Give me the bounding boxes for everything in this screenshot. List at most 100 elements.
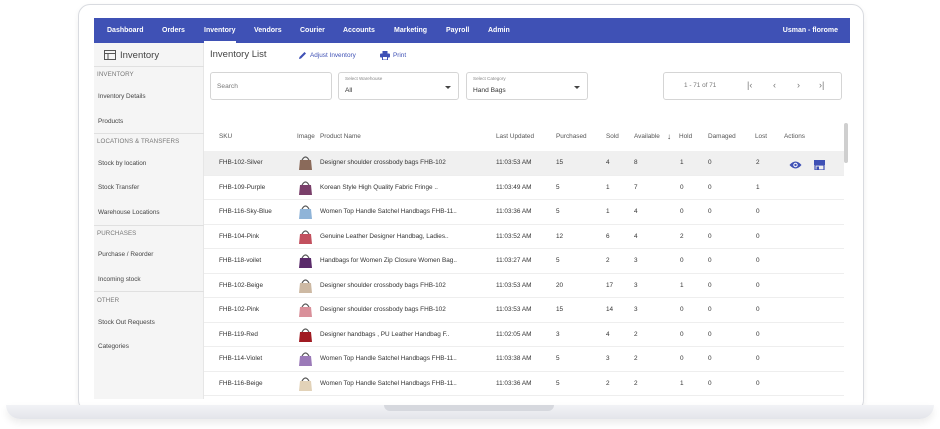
nav-orders[interactable]: Orders [162, 18, 185, 43]
nav-payroll[interactable]: Payroll [446, 18, 469, 43]
nav-marketing[interactable]: Marketing [394, 18, 427, 43]
cell-sold: 17 [606, 281, 614, 289]
sidebar-item-warehouse-locations[interactable]: Warehouse Locations [98, 209, 160, 216]
chevron-down-icon [445, 86, 451, 89]
cell-purchased: 5 [556, 379, 560, 387]
sort-arrow-down-icon[interactable]: ↓ [667, 132, 671, 141]
sidebar-item-stock-transfer[interactable]: Stock Transfer [98, 184, 139, 191]
page-title: Inventory List [210, 49, 267, 60]
product-thumbnail[interactable] [297, 252, 314, 269]
col-purchased[interactable]: Purchased [556, 133, 587, 140]
product-thumbnail[interactable] [297, 375, 314, 392]
product-thumbnail[interactable] [297, 228, 314, 245]
table-row[interactable]: FHB-114-BeigeWomen Top Handle Satchel Ha… [204, 396, 844, 399]
cell-hold: 0 [680, 355, 684, 362]
col-damaged[interactable]: Damaged [708, 133, 736, 140]
table-row[interactable]: FHB-102-Silver Designer shoulder crossbod… [204, 151, 844, 176]
table-row[interactable]: FHB-114-Violet Women Top Handle Satchel H… [204, 347, 844, 372]
cell-last-updated: 11:03:53 AM [496, 306, 532, 313]
cell-product-name: Handbags for Women Zip Closure Women Bag… [320, 257, 457, 264]
table-row[interactable]: FHB-104-Pink Genuine Leather Designer Han… [204, 225, 844, 249]
table-row[interactable]: FHB-119-Red Designer handbags , PU Leathe… [204, 323, 844, 347]
table-row[interactable]: FHB-118-voilet Handbags for Women Zip Clo… [204, 249, 844, 274]
store-icon[interactable] [814, 157, 825, 175]
cell-last-updated: 11:03:49 AM [496, 183, 532, 191]
nav-vendors[interactable]: Vendors [254, 18, 282, 43]
cell-product-name: Women Top Handle Satchel Handbags FHB-11… [320, 208, 457, 215]
col-lost[interactable]: Lost [755, 133, 767, 140]
cell-damaged: 0 [708, 379, 712, 387]
cell-product-name: Designer shoulder crossbody bags FHB-102 [320, 306, 446, 313]
vertical-scrollbar[interactable] [844, 123, 848, 163]
pagination-range: 1 - 71 of 71 [684, 82, 717, 89]
product-thumbnail[interactable] [297, 203, 314, 220]
cell-product-name: Korean Style High Quality Fabric Fringe … [320, 183, 438, 191]
nav-admin[interactable]: Admin [488, 18, 510, 43]
cell-last-updated: 11:03:36 AM [496, 208, 532, 215]
col-sold[interactable]: Sold [606, 133, 619, 140]
prev-page-icon[interactable]: ‹ [773, 80, 776, 90]
main-content: Inventory List Adjust Inventory Print Se… [204, 43, 850, 399]
cell-damaged: 0 [708, 208, 712, 215]
cell-purchased: 15 [556, 159, 564, 166]
cell-last-updated: 11:03:38 AM [496, 355, 532, 362]
product-thumbnail[interactable] [297, 179, 314, 196]
cell-product-name: Designer shoulder crossbody bags FHB-102 [320, 159, 446, 166]
nav-dashboard[interactable]: Dashboard [107, 18, 144, 43]
product-thumbnail[interactable] [297, 326, 314, 343]
table-row[interactable]: FHB-102-Pink Designer shoulder crossbody … [204, 298, 844, 323]
col-last-updated[interactable]: Last Updated [496, 133, 534, 140]
cell-last-updated: 11:03:36 AM [496, 379, 532, 387]
warehouse-select[interactable]: Select Warehouse All [338, 72, 459, 100]
category-select[interactable]: Select Category Hand Bags [466, 72, 588, 100]
last-page-icon[interactable]: ›| [819, 80, 824, 90]
cell-product-name: Designer shoulder crossbody bags FHB-102 [320, 281, 446, 289]
next-page-icon[interactable]: › [797, 80, 800, 90]
table-row[interactable]: FHB-109-Purple Korean Style High Quality … [204, 176, 844, 200]
cell-purchased: 15 [556, 306, 564, 313]
sidebar-item-categories[interactable]: Categories [98, 343, 129, 350]
cell-product-name: Genuine Leather Designer Handbag, Ladies… [320, 232, 449, 240]
cell-sku: FHB-104-Pink [219, 232, 260, 240]
adjust-inventory-button[interactable]: Adjust Inventory [298, 51, 356, 60]
sidebar-section-locations: LOCATIONS & TRANSFERS [97, 138, 180, 145]
cell-last-updated: 11:03:52 AM [496, 232, 532, 240]
first-page-icon[interactable]: |‹ [747, 80, 752, 90]
search-input[interactable]: Search [210, 72, 332, 100]
cell-purchased: 5 [556, 183, 560, 191]
col-product-name[interactable]: Product Name [320, 133, 361, 140]
table-row[interactable]: FHB-102-Beige Designer shoulder crossbody… [204, 274, 844, 298]
cell-purchased: 5 [556, 208, 560, 215]
product-thumbnail[interactable] [297, 277, 314, 294]
view-eye-icon[interactable] [789, 157, 802, 175]
cell-damaged: 0 [708, 257, 712, 264]
table-row[interactable]: FHB-116-Beige Women Top Handle Satchel Ha… [204, 372, 844, 396]
col-available[interactable]: Available [634, 133, 660, 140]
product-thumbnail[interactable] [297, 301, 314, 318]
sidebar-item-incoming-stock[interactable]: Incoming stock [98, 276, 141, 283]
cell-hold: 0 [680, 183, 684, 191]
cell-sold: 2 [606, 379, 610, 387]
cell-last-updated: 11:03:53 AM [496, 159, 532, 166]
sidebar-item-products[interactable]: Products [98, 118, 123, 125]
col-sku[interactable]: SKU [219, 133, 232, 140]
cell-available: 4 [634, 232, 638, 240]
sidebar-item-stock-by-location[interactable]: Stock by location [98, 160, 146, 167]
cell-last-updated: 11:03:53 AM [496, 281, 532, 289]
sidebar-item-stock-out-requests[interactable]: Stock Out Requests [98, 319, 155, 326]
cell-sold: 3 [606, 355, 610, 362]
cell-product-name: Women Top Handle Satchel Handbags FHB-11… [320, 379, 457, 387]
product-thumbnail[interactable] [297, 154, 314, 171]
print-button[interactable]: Print [380, 51, 406, 60]
nav-inventory[interactable]: Inventory [204, 18, 236, 43]
nav-accounts[interactable]: Accounts [343, 18, 375, 43]
sidebar-item-inventory-details[interactable]: Inventory Details [98, 93, 146, 100]
col-hold[interactable]: Hold [679, 133, 692, 140]
divider [94, 133, 204, 134]
cell-available: 3 [634, 306, 638, 313]
sidebar-item-purchase-reorder[interactable]: Purchase / Reorder [98, 251, 153, 258]
nav-courier[interactable]: Courier [300, 18, 325, 43]
user-menu[interactable]: Usman - florome [783, 18, 838, 43]
product-thumbnail[interactable] [297, 350, 314, 367]
table-row[interactable]: FHB-116-Sky-Blue Women Top Handle Satchel… [204, 200, 844, 225]
